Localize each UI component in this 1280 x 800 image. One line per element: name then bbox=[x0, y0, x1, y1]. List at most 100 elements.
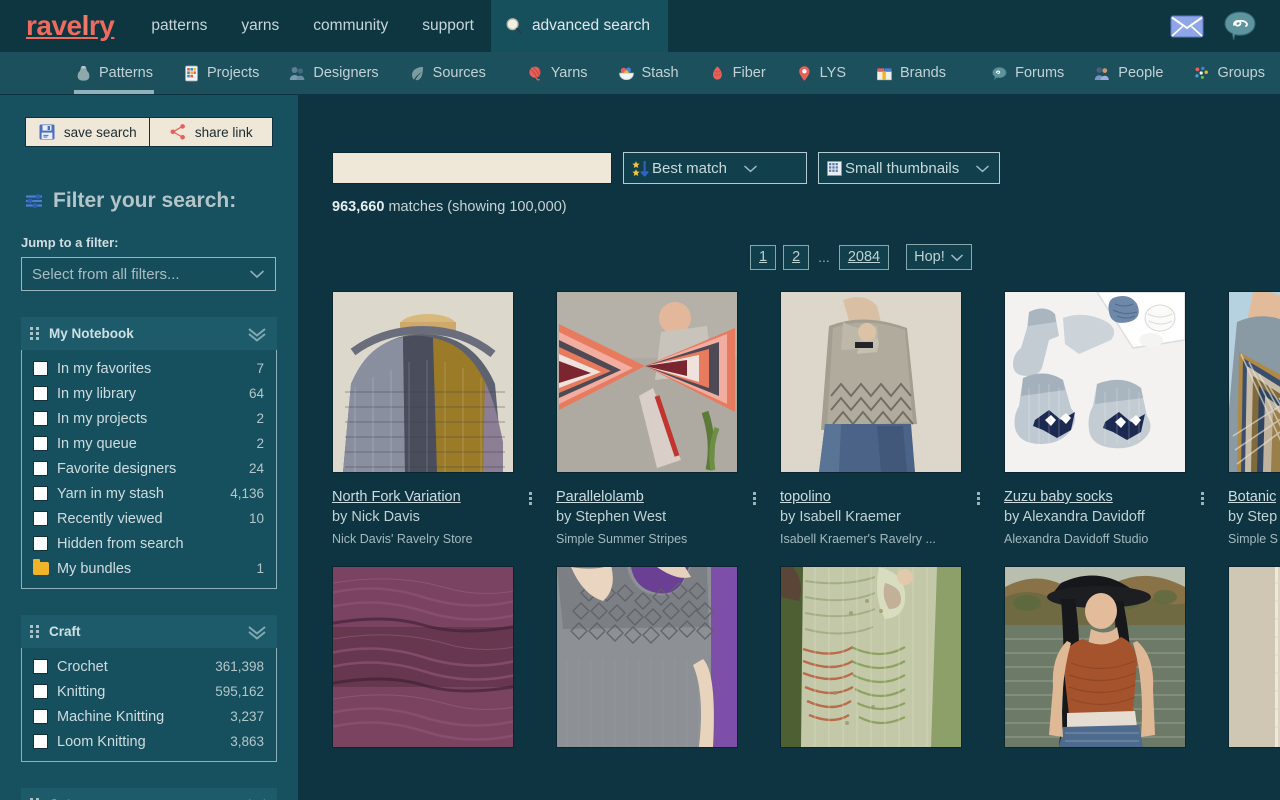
pattern-thumbnail-purple-yarn-skein[interactable] bbox=[332, 566, 514, 748]
pattern-title-link[interactable]: Zuzu baby socks bbox=[1004, 489, 1113, 505]
filter-row[interactable]: In my projects2 bbox=[22, 406, 276, 431]
more-options-icon[interactable] bbox=[529, 489, 532, 505]
filter-group-header-category[interactable]: Category bbox=[21, 788, 277, 800]
checkbox[interactable] bbox=[33, 536, 48, 551]
filter-group-header-my-notebook[interactable]: My Notebook bbox=[21, 317, 277, 350]
subnav-label-designers: Designers bbox=[313, 65, 378, 81]
pattern-thumbnail-striped-shawl-held-by-man[interactable] bbox=[556, 291, 738, 473]
pattern-title-link[interactable]: Parallelolamb bbox=[556, 489, 644, 505]
topnav-item-community[interactable]: community bbox=[296, 0, 405, 52]
filter-row[interactable]: Knitting595,162 bbox=[22, 679, 276, 704]
pattern-card[interactable]: topolino by Isabell Kraemer Isabell Krae… bbox=[780, 291, 1004, 546]
checkbox[interactable] bbox=[33, 684, 48, 699]
pattern-thumbnail-grey-textured-yoke-tee[interactable] bbox=[556, 566, 738, 748]
topnav-item-yarns[interactable]: yarns bbox=[224, 0, 296, 52]
pattern-thumbnail-striped-shawl-blue-backdrop[interactable] bbox=[1228, 291, 1280, 473]
subnav-item-sources[interactable]: Sources bbox=[394, 52, 501, 94]
share-link-button[interactable]: share link bbox=[150, 117, 274, 147]
pattern-thumbnail-variegated-knit-top-detail[interactable] bbox=[780, 566, 962, 748]
search-input[interactable] bbox=[332, 152, 612, 184]
filter-row-count: 64 bbox=[249, 386, 264, 401]
save-search-button[interactable]: save search bbox=[25, 117, 150, 147]
filter-row[interactable]: Crochet361,398 bbox=[22, 654, 276, 679]
checkbox[interactable] bbox=[33, 709, 48, 724]
checkbox[interactable] bbox=[33, 486, 48, 501]
filter-row[interactable]: Yarn in my stash4,136 bbox=[22, 481, 276, 506]
subnav-item-groups[interactable]: Groups bbox=[1178, 52, 1280, 94]
drag-handle-icon[interactable] bbox=[30, 625, 39, 638]
pattern-card[interactable]: Zuzu baby socks by Alexandra Davidoff Al… bbox=[1004, 291, 1228, 546]
double-chevron-down-icon[interactable] bbox=[246, 624, 268, 640]
pattern-title-link[interactable]: Botanic bbox=[1228, 489, 1276, 505]
checkbox[interactable] bbox=[33, 411, 48, 426]
double-chevron-down-icon[interactable] bbox=[246, 326, 268, 342]
filter-row[interactable]: Loom Knitting3,863 bbox=[22, 729, 276, 754]
filter-row[interactable]: Machine Knitting3,237 bbox=[22, 704, 276, 729]
account-avatar-icon[interactable] bbox=[1224, 11, 1256, 41]
pattern-thumbnail-cream-knit-partial[interactable] bbox=[1228, 566, 1280, 748]
pattern-title-link[interactable]: North Fork Variation bbox=[332, 489, 461, 505]
pattern-thumbnail-woman-hat-rust-crop-top[interactable] bbox=[1004, 566, 1186, 748]
filter-row[interactable]: Hidden from search bbox=[22, 531, 276, 556]
pattern-title-link[interactable]: topolino bbox=[780, 489, 831, 505]
pattern-card[interactable] bbox=[1004, 566, 1228, 748]
top-right-actions bbox=[1170, 0, 1280, 52]
checkbox[interactable] bbox=[33, 361, 48, 376]
drag-handle-icon[interactable] bbox=[30, 327, 39, 340]
topnav-item-patterns[interactable]: patterns bbox=[134, 0, 224, 52]
pattern-card[interactable] bbox=[1228, 566, 1280, 748]
topnav-item-support[interactable]: support bbox=[405, 0, 491, 52]
pattern-thumbnail-grey-chevron-yoke-sweater[interactable] bbox=[780, 291, 962, 473]
filter-row[interactable]: In my favorites7 bbox=[22, 356, 276, 381]
page-button-2[interactable]: 2 bbox=[783, 245, 809, 270]
pattern-card[interactable] bbox=[780, 566, 1004, 748]
subnav-item-stash[interactable]: Stash bbox=[603, 52, 694, 94]
checkbox[interactable] bbox=[33, 659, 48, 674]
subnav-item-yarns[interactable]: Yarns bbox=[512, 52, 603, 94]
more-options-icon[interactable] bbox=[1201, 489, 1204, 505]
more-options-icon[interactable] bbox=[753, 489, 756, 505]
filter-group-header-craft[interactable]: Craft bbox=[21, 615, 277, 648]
filter-row[interactable]: My bundles1 bbox=[22, 556, 276, 581]
subnav-item-people[interactable]: People bbox=[1079, 52, 1178, 94]
subnav-item-designers[interactable]: Designers bbox=[274, 52, 393, 94]
topnav-item-advanced-search[interactable]: advanced search bbox=[491, 0, 668, 52]
ravelry-logo[interactable]: ravelry bbox=[0, 0, 134, 52]
pattern-card[interactable]: North Fork Variation by Nick Davis Nick … bbox=[332, 291, 556, 546]
checkbox[interactable] bbox=[33, 734, 48, 749]
more-options-icon[interactable] bbox=[977, 489, 980, 505]
envelope-icon[interactable] bbox=[1170, 14, 1204, 38]
subnav-label-brands: Brands bbox=[900, 65, 946, 81]
pattern-card[interactable] bbox=[332, 566, 556, 748]
filter-row[interactable]: Recently viewed10 bbox=[22, 506, 276, 531]
pattern-thumbnail-knit-shawl-on-mannequin[interactable] bbox=[332, 291, 514, 473]
subnav-item-patterns[interactable]: Patterns bbox=[60, 52, 168, 94]
hop-to-page-select[interactable]: Hop! bbox=[906, 244, 972, 270]
pattern-card[interactable]: Parallelolamb by Stephen West Simple Sum… bbox=[556, 291, 780, 546]
checkbox[interactable] bbox=[33, 511, 48, 526]
pattern-card[interactable] bbox=[556, 566, 780, 748]
jump-to-filter-select[interactable]: Select from all filters... bbox=[21, 257, 276, 291]
subnav-item-lys[interactable]: LYS bbox=[781, 52, 861, 94]
checkbox[interactable] bbox=[33, 461, 48, 476]
view-mode-select[interactable]: Small thumbnails bbox=[818, 152, 1000, 184]
page-button-1[interactable]: 1 bbox=[750, 245, 776, 270]
pattern-thumbnail-grey-navy-baby-socks[interactable] bbox=[1004, 291, 1186, 473]
pattern-card[interactable]: Botanic by Step Simple S bbox=[1228, 291, 1280, 546]
checkbox[interactable] bbox=[33, 436, 48, 451]
match-count-suffix: matches (showing 100,000) bbox=[388, 199, 566, 215]
filter-row[interactable]: Favorite designers24 bbox=[22, 456, 276, 481]
filter-row-label: Favorite designers bbox=[57, 461, 176, 477]
sort-select[interactable]: Best match bbox=[623, 152, 807, 184]
subnav-item-projects[interactable]: Projects bbox=[168, 52, 274, 94]
subnav-item-brands[interactable]: Brands bbox=[861, 52, 961, 94]
double-chevron-down-icon[interactable] bbox=[246, 797, 268, 800]
checkbox[interactable] bbox=[33, 386, 48, 401]
top-navigation: patterns yarns community support advance… bbox=[134, 0, 668, 52]
filter-row[interactable]: In my library64 bbox=[22, 381, 276, 406]
subnav-item-forums[interactable]: Forums bbox=[976, 52, 1079, 94]
page-button-last[interactable]: 2084 bbox=[839, 245, 889, 270]
subnav-item-fiber[interactable]: Fiber bbox=[694, 52, 781, 94]
filter-heading-text: Filter your search: bbox=[53, 189, 236, 213]
filter-row[interactable]: In my queue2 bbox=[22, 431, 276, 456]
